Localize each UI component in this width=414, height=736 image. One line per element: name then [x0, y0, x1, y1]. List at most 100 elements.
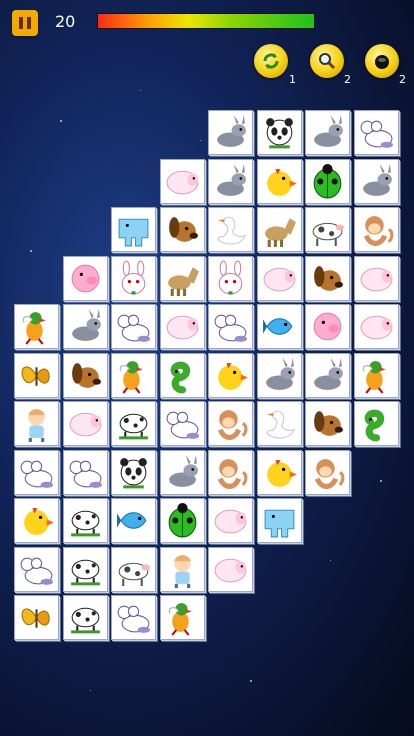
tile-cow[interactable]: [111, 547, 156, 592]
tile-donkey[interactable]: [160, 450, 205, 495]
horse-icon: [265, 218, 296, 247]
tile-dog[interactable]: [160, 207, 205, 252]
tile-fish[interactable]: [111, 498, 156, 543]
dog-icon: [314, 266, 343, 291]
tile-swan[interactable]: [257, 401, 302, 446]
tile-mouse[interactable]: [208, 304, 253, 349]
tile-chick[interactable]: [257, 450, 302, 495]
dalmatian-icon: [71, 607, 100, 634]
tile-dalmatian[interactable]: [63, 547, 108, 592]
tile-donkey[interactable]: [354, 159, 399, 204]
tile-bunny[interactable]: [111, 256, 156, 301]
tile-sheep[interactable]: [257, 256, 302, 301]
tile-dalmatian[interactable]: [63, 498, 108, 543]
tile-fish[interactable]: [257, 304, 302, 349]
tile-monkey[interactable]: [208, 401, 253, 446]
tile-bunny[interactable]: [208, 256, 253, 301]
tile-sheep[interactable]: [160, 304, 205, 349]
donkey-icon: [72, 309, 101, 341]
snake-icon: [364, 409, 385, 442]
tile-butterfly[interactable]: [14, 353, 59, 398]
butterfly-icon: [21, 366, 50, 386]
tile-butterfly[interactable]: [14, 595, 59, 640]
tile-bird[interactable]: [354, 353, 399, 398]
tile-pig[interactable]: [305, 304, 350, 349]
tile-sheep[interactable]: [208, 498, 253, 543]
tile-mouse[interactable]: [63, 450, 108, 495]
tile-horse[interactable]: [257, 207, 302, 252]
tile-panda[interactable]: [257, 110, 302, 155]
monkey-icon: [314, 459, 345, 489]
tile-pig[interactable]: [63, 256, 108, 301]
tile-mouse[interactable]: [160, 401, 205, 446]
tile-mouse[interactable]: [111, 304, 156, 349]
tile-panda[interactable]: [111, 450, 156, 495]
elephant-icon: [264, 509, 295, 538]
tile-elephant[interactable]: [257, 498, 302, 543]
tile-sheep[interactable]: [354, 256, 399, 301]
tile-donkey[interactable]: [257, 353, 302, 398]
tile-boy[interactable]: [160, 547, 205, 592]
tile-donkey[interactable]: [305, 110, 350, 155]
tile-donkey[interactable]: [305, 353, 350, 398]
tile-swan[interactable]: [208, 207, 253, 252]
mouse-icon: [117, 314, 150, 342]
tile-bird[interactable]: [14, 304, 59, 349]
tile-monkey[interactable]: [208, 450, 253, 495]
boy-icon: [174, 555, 191, 588]
tile-boy[interactable]: [14, 401, 59, 446]
bird-icon: [168, 603, 192, 636]
sheep-icon: [214, 509, 247, 534]
mouse-icon: [166, 411, 199, 439]
sheep-icon: [166, 315, 199, 340]
monkey-icon: [217, 459, 248, 489]
tile-donkey[interactable]: [208, 159, 253, 204]
mouse-icon: [360, 120, 393, 148]
tile-donkey[interactable]: [63, 304, 108, 349]
bird-icon: [119, 361, 143, 394]
tile-dog[interactable]: [305, 401, 350, 446]
tile-donkey[interactable]: [208, 110, 253, 155]
pig-icon: [71, 264, 100, 293]
tile-chick[interactable]: [14, 498, 59, 543]
tile-bird[interactable]: [111, 353, 156, 398]
tile-monkey[interactable]: [354, 207, 399, 252]
tile-chick[interactable]: [208, 353, 253, 398]
tile-mouse[interactable]: [111, 595, 156, 640]
tile-mouse[interactable]: [14, 547, 59, 592]
tile-sheep[interactable]: [208, 547, 253, 592]
butterfly-icon: [21, 608, 50, 628]
dalmatian-icon: [71, 510, 100, 537]
tile-sheep[interactable]: [160, 159, 205, 204]
tile-sheep[interactable]: [354, 304, 399, 349]
game-board: [0, 0, 414, 736]
chick-icon: [267, 460, 297, 487]
tile-snake[interactable]: [354, 401, 399, 446]
sheep-icon: [360, 315, 393, 340]
tile-cow[interactable]: [305, 207, 350, 252]
tile-mouse[interactable]: [354, 110, 399, 155]
tile-bird[interactable]: [160, 595, 205, 640]
panda-icon: [120, 458, 147, 489]
tile-chick[interactable]: [257, 159, 302, 204]
tile-dalmatian[interactable]: [111, 401, 156, 446]
tile-elephant[interactable]: [111, 207, 156, 252]
bunny-icon: [218, 260, 243, 295]
tile-dog[interactable]: [63, 353, 108, 398]
chick-icon: [24, 508, 54, 535]
tile-ladybug[interactable]: [160, 498, 205, 543]
tile-dalmatian[interactable]: [63, 595, 108, 640]
bird-icon: [22, 312, 46, 345]
tile-monkey[interactable]: [305, 450, 350, 495]
cow-icon: [312, 222, 344, 246]
tile-horse[interactable]: [160, 256, 205, 301]
donkey-icon: [314, 115, 343, 147]
tile-dog[interactable]: [305, 256, 350, 301]
tile-sheep[interactable]: [63, 401, 108, 446]
chick-icon: [218, 363, 248, 390]
tile-snake[interactable]: [160, 353, 205, 398]
tile-ladybug[interactable]: [305, 159, 350, 204]
tile-mouse[interactable]: [14, 450, 59, 495]
boy-icon: [28, 409, 45, 442]
donkey-icon: [363, 164, 392, 196]
